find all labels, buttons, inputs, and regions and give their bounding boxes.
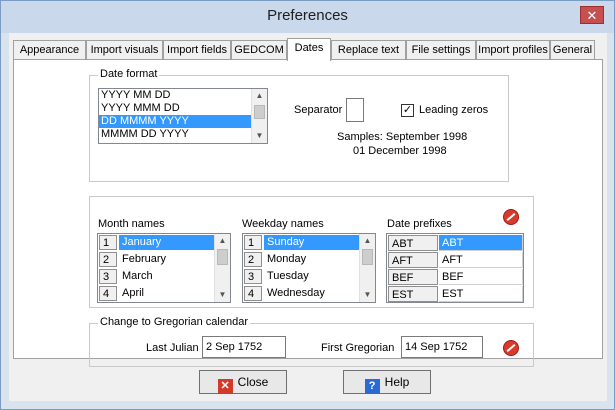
leading-zeros-label: Leading zeros xyxy=(419,104,489,116)
table-row[interactable]: ABT ABT xyxy=(387,234,523,251)
scroll-thumb[interactable] xyxy=(362,249,373,265)
tab-gedcom[interactable]: GEDCOM xyxy=(231,40,287,59)
prefix-key-cell: BEF xyxy=(388,269,438,285)
table-row[interactable]: 4 April xyxy=(98,285,230,302)
leading-zeros-checkbox[interactable]: ✓ xyxy=(401,104,414,117)
prefix-value-cell[interactable]: EST xyxy=(439,286,523,302)
dialog-client: Appearance Import visuals Import fields … xyxy=(9,33,607,401)
last-julian-label: Last Julian xyxy=(146,342,199,354)
list-item-selected[interactable]: DD MMMM YYYY xyxy=(99,115,267,128)
row-number: 1 xyxy=(99,235,117,250)
close-icon: ✕ xyxy=(217,379,233,394)
prefix-key-cell: EST xyxy=(388,286,438,302)
prefix-value-cell[interactable]: AFT xyxy=(439,252,523,268)
samples-line-2: 01 December 1998 xyxy=(353,145,447,157)
table-row[interactable]: EST EST xyxy=(387,285,523,302)
scroll-down-icon[interactable]: ▼ xyxy=(252,129,267,143)
tab-general[interactable]: General xyxy=(550,40,595,59)
month-name-cell[interactable]: February xyxy=(119,252,214,267)
date-format-label: Date format xyxy=(98,68,160,80)
table-row[interactable]: 2 February xyxy=(98,251,230,268)
prefix-value-cell[interactable]: BEF xyxy=(439,269,523,285)
prefix-key-cell: AFT xyxy=(388,252,438,268)
window-title: Preferences xyxy=(267,7,348,24)
tab-dates[interactable]: Dates xyxy=(287,38,331,61)
row-number: 1 xyxy=(244,235,262,250)
tab-import-profiles[interactable]: Import profiles xyxy=(476,40,550,59)
names-group: Month names Weekday names Date prefixes … xyxy=(89,196,534,308)
gregorian-group-label: Change to Gregorian calendar xyxy=(98,316,250,328)
row-number: 4 xyxy=(244,286,262,301)
weekday-names-scrollbar[interactable]: ▲ ▼ xyxy=(359,234,375,302)
dates-panel: Date format YYYY MM DD YYYY MMM DD DD MM… xyxy=(13,59,603,367)
tab-replace-text[interactable]: Replace text xyxy=(331,40,406,59)
row-number: 2 xyxy=(99,252,117,267)
row-number: 3 xyxy=(99,269,117,284)
last-julian-field[interactable]: 2 Sep 1752 xyxy=(202,336,286,358)
weekday-name-cell[interactable]: Sunday xyxy=(264,235,359,250)
weekday-name-cell[interactable]: Wednesday xyxy=(264,286,359,301)
date-format-group: Date format YYYY MM DD YYYY MMM DD DD MM… xyxy=(89,68,509,182)
reset-prefixes-icon[interactable] xyxy=(503,209,519,225)
table-row[interactable]: 3 Tuesday xyxy=(243,268,375,285)
scroll-up-icon[interactable]: ▲ xyxy=(360,234,375,248)
table-row[interactable]: BEF BEF xyxy=(387,268,523,285)
date-format-scrollbar[interactable]: ▲ ▼ xyxy=(251,89,267,143)
date-prefixes-header: Date prefixes xyxy=(387,218,452,230)
date-format-list[interactable]: YYYY MM DD YYYY MMM DD DD MMMM YYYY MMMM… xyxy=(98,88,268,144)
table-row[interactable]: 3 March xyxy=(98,268,230,285)
row-number: 3 xyxy=(244,269,262,284)
row-number: 2 xyxy=(244,252,262,267)
scroll-up-icon[interactable]: ▲ xyxy=(252,89,267,103)
preferences-window: Preferences ✕ Appearance Import visuals … xyxy=(0,0,615,410)
scroll-down-icon[interactable]: ▼ xyxy=(360,288,375,302)
first-gregorian-field[interactable]: 14 Sep 1752 xyxy=(401,336,483,358)
scroll-thumb[interactable] xyxy=(217,249,228,265)
title-bar: Preferences ✕ xyxy=(1,1,614,33)
weekday-name-cell[interactable]: Tuesday xyxy=(264,269,359,284)
window-close-button[interactable]: ✕ xyxy=(580,6,604,24)
scroll-thumb[interactable] xyxy=(254,105,265,119)
prefix-value-cell[interactable]: ABT xyxy=(439,235,523,251)
scroll-up-icon[interactable]: ▲ xyxy=(215,234,230,248)
table-row[interactable]: 4 Wednesday xyxy=(243,285,375,302)
weekday-names-grid[interactable]: 1 Sunday 2 Monday 3 Tuesday 4 Wednesday ▲ ▼ xyxy=(242,233,376,303)
row-number: 4 xyxy=(99,286,117,301)
list-item[interactable]: MMMM DD YYYY xyxy=(99,128,267,141)
gregorian-group: Change to Gregorian calendar Last Julian… xyxy=(89,316,534,367)
samples-line-1: Samples: September 1998 xyxy=(337,131,468,143)
first-gregorian-label: First Gregorian xyxy=(321,342,395,354)
prefix-key-cell: ABT xyxy=(388,235,438,251)
help-icon: ? xyxy=(364,379,380,394)
tab-appearance[interactable]: Appearance xyxy=(13,40,86,59)
reset-gregorian-icon[interactable] xyxy=(503,340,519,356)
separator-field[interactable] xyxy=(346,98,364,122)
weekday-names-header: Weekday names xyxy=(242,218,324,230)
date-prefixes-grid[interactable]: ABT ABT AFT AFT BEF BEF EST EST xyxy=(386,233,524,303)
month-name-cell[interactable]: January xyxy=(119,235,214,250)
weekday-name-cell[interactable]: Monday xyxy=(264,252,359,267)
tab-import-fields[interactable]: Import fields xyxy=(163,40,231,59)
table-row[interactable]: 1 January xyxy=(98,234,230,251)
month-name-cell[interactable]: April xyxy=(119,286,214,301)
close-button-label: Close xyxy=(237,375,269,389)
month-name-cell[interactable]: March xyxy=(119,269,214,284)
month-names-header: Month names xyxy=(98,218,165,230)
table-row[interactable]: 1 Sunday xyxy=(243,234,375,251)
tab-file-settings[interactable]: File settings xyxy=(406,40,476,59)
month-names-scrollbar[interactable]: ▲ ▼ xyxy=(214,234,230,302)
table-row[interactable]: AFT AFT xyxy=(387,251,523,268)
scroll-down-icon[interactable]: ▼ xyxy=(215,288,230,302)
separator-label: Separator xyxy=(294,104,343,116)
table-row[interactable]: 2 Monday xyxy=(243,251,375,268)
month-names-grid[interactable]: 1 January 2 February 3 March 4 April ▲ ▼ xyxy=(97,233,231,303)
tab-import-visuals[interactable]: Import visuals xyxy=(86,40,163,59)
help-button[interactable]: ? Help xyxy=(343,370,431,394)
list-item[interactable]: YYYY MM DD xyxy=(99,89,267,102)
close-button[interactable]: ✕ Close xyxy=(199,370,287,394)
list-item[interactable]: YYYY MMM DD xyxy=(99,102,267,115)
help-button-label: Help xyxy=(384,375,410,389)
